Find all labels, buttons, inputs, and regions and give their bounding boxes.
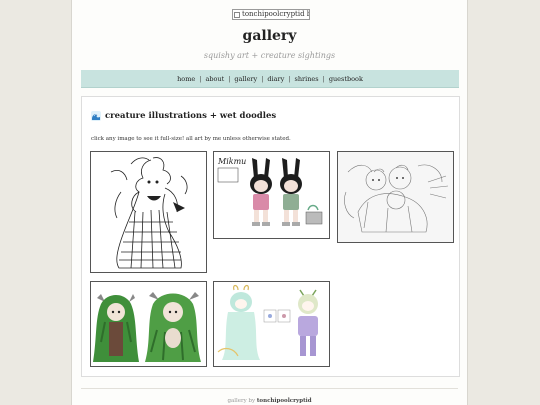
pastel-creatures-art <box>217 284 318 360</box>
broken-image-icon <box>234 11 240 18</box>
section-description: click any image to see it full-size! all… <box>91 136 291 142</box>
bunny-duo-art: Mikmu <box>217 157 323 226</box>
nav-home[interactable]: home <box>173 75 199 83</box>
page-container: tonchipoolcryptid banner gallery squishy… <box>71 0 468 405</box>
gallery-card: creature illustrations + wet doodles cli… <box>81 96 460 377</box>
nav-diary[interactable]: diary <box>263 75 288 83</box>
banner-alt-text: tonchipoolcryptid banner <box>242 10 309 18</box>
gallery-thumb-green-creatures[interactable] <box>90 281 207 367</box>
gallery-thumb-sketch-group[interactable] <box>337 151 454 243</box>
section-heading-text: creature illustrations + wet doodles <box>105 111 277 121</box>
lineart-creature-art <box>110 157 188 269</box>
footer-prefix: gallery by <box>227 398 256 404</box>
section-heading: creature illustrations + wet doodles <box>91 111 276 121</box>
nav-about[interactable]: about <box>201 75 228 83</box>
footer: gallery by tonchipoolcryptid <box>72 398 467 404</box>
green-creatures-art <box>93 292 201 362</box>
gallery-thumb-bunny-duo[interactable]: Mikmu <box>213 151 330 239</box>
nav-bar: home | about | gallery | diary | shrines… <box>81 70 459 88</box>
banner-image: tonchipoolcryptid banner <box>232 9 310 20</box>
nav-guestbook[interactable]: guestbook <box>325 75 367 83</box>
sketch-group-art <box>338 152 453 242</box>
page-subtitle: squishy art + creature sightings <box>203 51 336 60</box>
wave-icon <box>91 111 101 121</box>
gallery-thumb-pastel-creatures[interactable] <box>213 281 330 367</box>
nav-shrines[interactable]: shrines <box>291 75 323 83</box>
gallery-thumb-lineart-creature[interactable] <box>90 151 207 273</box>
footer-divider <box>81 388 458 389</box>
mikmu-caption: Mikmu <box>217 157 246 166</box>
page-title: gallery <box>242 28 297 44</box>
nav-gallery[interactable]: gallery <box>230 75 261 83</box>
footer-author-link[interactable]: tonchipoolcryptid <box>257 398 312 404</box>
